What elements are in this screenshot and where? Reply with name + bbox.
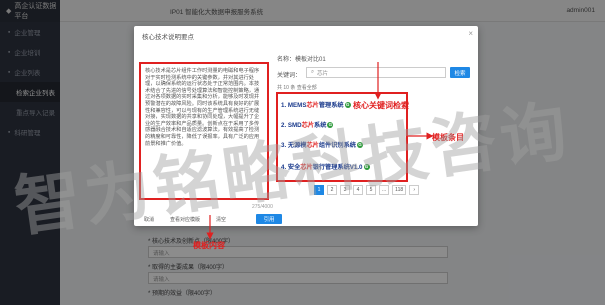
annotation-template-content: 模板内容 [193, 241, 225, 250]
